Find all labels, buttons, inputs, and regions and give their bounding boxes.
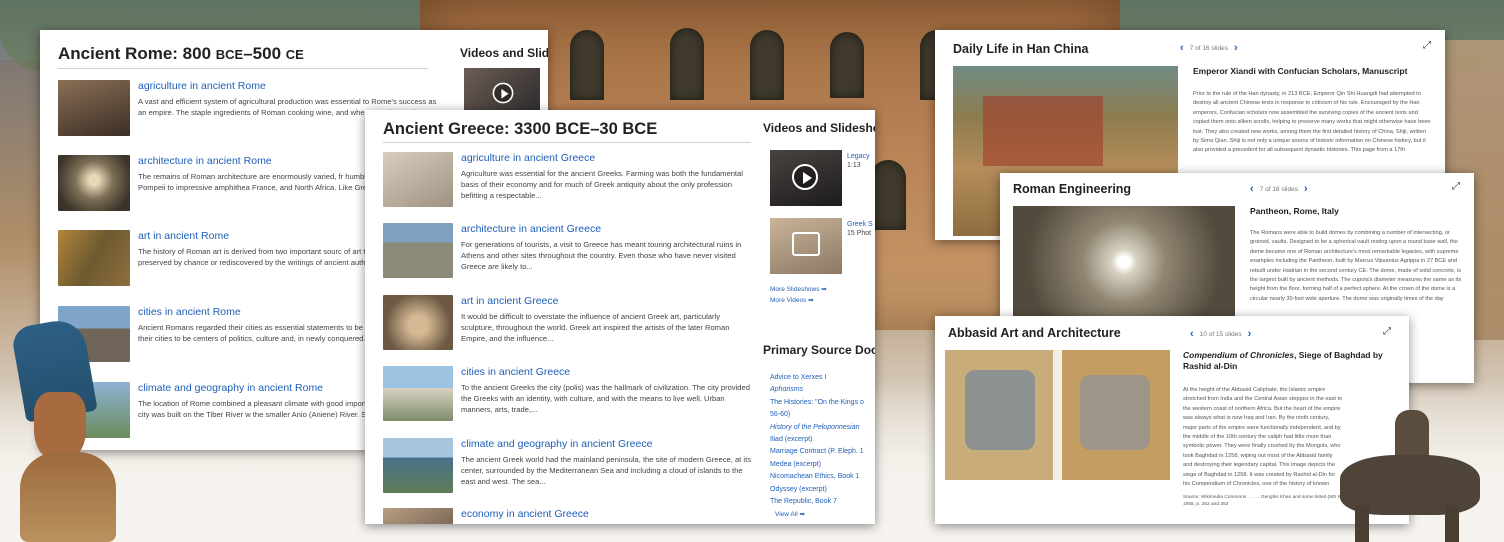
view-all-link[interactable]: View All ➡ — [775, 510, 805, 518]
equestrian-statue-image — [1335, 410, 1504, 542]
primary-source-link[interactable]: Medea (excerpt) — [770, 459, 864, 471]
primary-source-link[interactable]: Marriage Contract (P. Eleph. 1 — [770, 446, 864, 458]
article-link[interactable]: architecture in ancient Greece — [461, 223, 755, 236]
slide-caption: Emperor Xiandi with Confucian Scholars, … — [1193, 66, 1408, 76]
list-item: cities in ancient Greece To the ancient G… — [383, 366, 755, 421]
article-link[interactable]: agriculture in ancient Rome — [138, 80, 438, 93]
primary-source-link[interactable]: Advice to Xerxes I — [770, 372, 864, 384]
list-item: economy in ancient Greece — [383, 508, 755, 524]
chevron-left-icon[interactable]: ‹ — [1180, 42, 1184, 54]
primary-source-list: Advice to Xerxes I Aphorisms The Histori… — [770, 372, 864, 508]
videos-heading: Videos and Slide — [460, 46, 548, 60]
primary-source-link[interactable]: The Republic, Book 7 — [770, 496, 864, 508]
thumbnail-image — [383, 438, 453, 493]
primary-source-link[interactable]: Nicomachean Ethics, Book 1 — [770, 471, 864, 483]
video-thumbnail[interactable] — [464, 68, 540, 116]
page-title: Ancient Greece: 3300 BCE–30 BCE — [383, 120, 658, 138]
slideshow-title: Roman Engineering — [1013, 182, 1132, 196]
slide-caption: Pantheon, Rome, Italy — [1250, 206, 1339, 216]
slideshow-title: Daily Life in Han China — [953, 42, 1089, 56]
chevron-left-icon[interactable]: ‹ — [1190, 328, 1194, 340]
list-item: architecture in ancient Greece For genera… — [383, 223, 755, 278]
primary-source-heading: Primary Source Doc — [763, 343, 875, 357]
slideshow-thumbnail[interactable] — [770, 218, 842, 274]
chevron-right-icon[interactable]: › — [1248, 328, 1252, 340]
primary-source-link[interactable]: Aphorisms — [770, 384, 864, 396]
video-link[interactable]: Legacy 1:13 — [847, 152, 870, 170]
primary-source-link[interactable]: 56-60) — [770, 409, 864, 421]
article-link[interactable]: economy in ancient Greece — [461, 508, 589, 521]
thumbnail-image — [383, 366, 453, 421]
chevron-right-icon[interactable]: › — [1304, 183, 1308, 195]
thumbnail-image — [383, 508, 453, 524]
slide-nav: ‹ 10 of 15 slides › — [1190, 328, 1252, 340]
page-title: Ancient Rome: 800 BCE–500 CE — [58, 44, 304, 63]
thumbnail-image — [58, 230, 130, 286]
greece-panel: Ancient Greece: 3300 BCE–30 BCE Videos a… — [365, 110, 875, 524]
list-item: art in ancient Greece It would be difficu… — [383, 295, 755, 350]
thumbnail-image — [58, 155, 130, 211]
more-videos-link[interactable]: More Videos ➡ — [770, 296, 814, 304]
slideshow-link[interactable]: Greek S 15 Phot — [847, 220, 873, 238]
article-link[interactable]: agriculture in ancient Greece — [461, 152, 755, 165]
article-link[interactable]: cities in ancient Greece — [461, 366, 755, 379]
slide-image — [945, 350, 1170, 480]
expand-icon[interactable]: ⤢ — [1452, 181, 1460, 192]
list-item: agriculture in ancient Greece Agriculture… — [383, 152, 755, 207]
more-slideshows-link[interactable]: More Slideshows ➡ — [770, 285, 827, 293]
primary-source-link[interactable]: Odyssey (excerpt) — [770, 484, 864, 496]
thumbnail-image — [58, 80, 130, 136]
expand-icon[interactable]: ⤢ — [1383, 326, 1391, 337]
primary-source-link[interactable]: Iliad (excerpt) — [770, 434, 864, 446]
list-item: climate and geography in ancient Greece T… — [383, 438, 755, 493]
nefertiti-bust-image — [0, 316, 122, 542]
primary-source-link[interactable]: History of the Peloponnesian — [770, 422, 864, 434]
video-thumbnail[interactable] — [770, 150, 842, 206]
chevron-right-icon[interactable]: › — [1234, 42, 1238, 54]
slide-nav: ‹ 7 of 18 slides › — [1250, 183, 1308, 195]
thumbnail-image — [383, 152, 453, 207]
thumbnail-image — [383, 223, 453, 278]
primary-source-link[interactable]: The Histories: "On the Kings o — [770, 397, 864, 409]
videos-heading: Videos and Slidesho — [763, 121, 875, 135]
slideshow-title: Abbasid Art and Architecture — [948, 326, 1121, 340]
slide-caption: Compendium of Chronicles, Siege of Baghd… — [1183, 350, 1383, 371]
article-link[interactable]: climate and geography in ancient Greece — [461, 438, 755, 451]
slide-description: At the height of the Abbasid Caliphate, … — [1183, 387, 1343, 486]
chevron-left-icon[interactable]: ‹ — [1250, 183, 1254, 195]
expand-icon[interactable]: ⤢ — [1423, 40, 1431, 51]
slide-nav: ‹ 7 of 16 slides › — [1180, 42, 1238, 54]
article-link[interactable]: art in ancient Greece — [461, 295, 755, 308]
thumbnail-image — [383, 295, 453, 350]
